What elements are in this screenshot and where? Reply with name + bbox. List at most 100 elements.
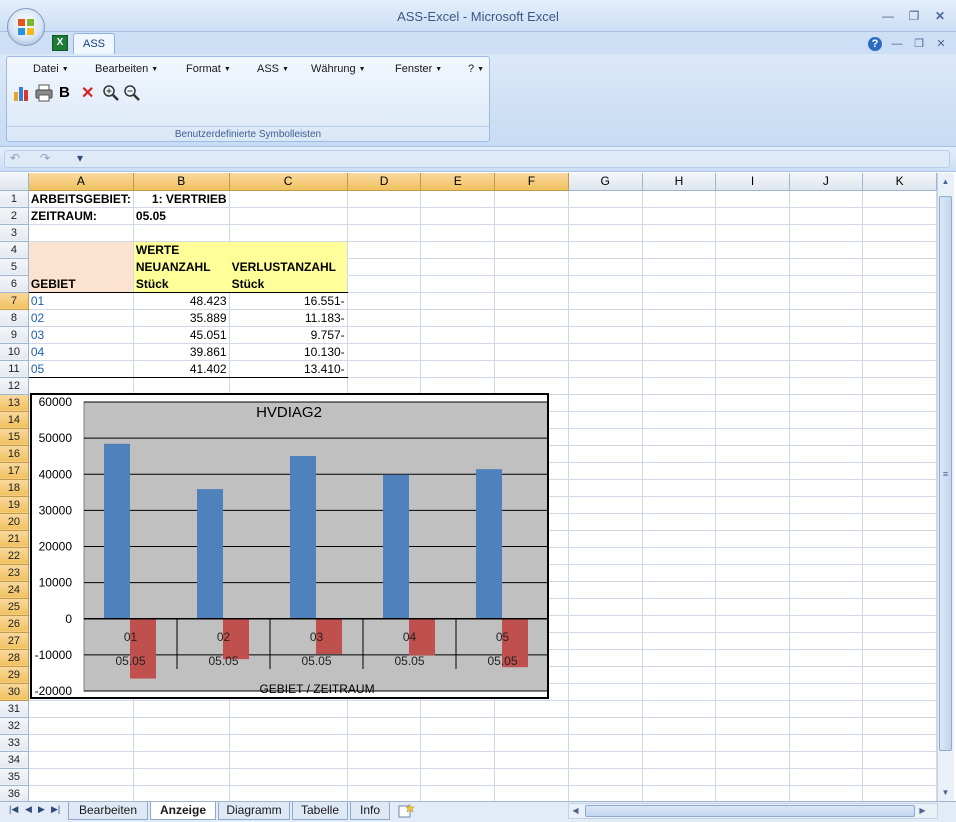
cell[interactable] <box>347 309 422 327</box>
office-button[interactable] <box>7 8 45 46</box>
cell-a5[interactable] <box>28 258 134 276</box>
cell-a4[interactable] <box>28 241 134 259</box>
cell-c4[interactable] <box>229 241 348 259</box>
cell[interactable] <box>568 445 643 463</box>
cell[interactable] <box>347 258 422 276</box>
cell-b4[interactable]: WERTE <box>132 241 230 259</box>
cell[interactable] <box>229 734 348 752</box>
cell[interactable] <box>789 547 864 565</box>
cell[interactable] <box>789 411 864 429</box>
cell[interactable] <box>494 241 569 259</box>
cell[interactable] <box>420 717 496 735</box>
row-header[interactable]: 35 <box>0 768 29 786</box>
cell[interactable] <box>862 360 937 378</box>
cell[interactable] <box>568 428 643 446</box>
cell[interactable] <box>715 258 790 276</box>
row-header[interactable]: 33 <box>0 734 29 752</box>
close-icon[interactable]: ✕ <box>932 9 948 23</box>
cell[interactable] <box>789 309 864 327</box>
cell[interactable] <box>494 224 569 242</box>
row-header[interactable]: 17 <box>0 462 29 480</box>
sheet-tab-info[interactable]: Info <box>350 802 390 820</box>
cell[interactable] <box>642 462 717 480</box>
cell-verlustanzahl[interactable]: 10.130- <box>229 343 348 361</box>
row-header[interactable]: 14 <box>0 411 29 429</box>
cell[interactable] <box>789 564 864 582</box>
cell[interactable] <box>568 785 643 801</box>
cell[interactable] <box>28 224 134 242</box>
cell[interactable] <box>494 292 569 310</box>
cell[interactable] <box>420 326 496 344</box>
cell[interactable] <box>420 768 496 786</box>
column-header[interactable]: E <box>420 173 496 191</box>
cell[interactable] <box>862 326 937 344</box>
zoom-out-icon[interactable] <box>123 84 141 102</box>
cell-a1[interactable]: ARBEITSGEBIET: <box>28 190 134 208</box>
cell[interactable] <box>789 530 864 548</box>
cell[interactable] <box>568 343 643 361</box>
cell[interactable] <box>715 445 790 463</box>
redo-icon[interactable]: ↷ <box>40 151 50 165</box>
cell[interactable] <box>715 343 790 361</box>
cell[interactable] <box>494 190 569 208</box>
cell[interactable] <box>347 751 422 769</box>
cell[interactable] <box>862 768 937 786</box>
cell[interactable] <box>642 207 717 225</box>
cell[interactable] <box>568 258 643 276</box>
cell[interactable] <box>642 394 717 412</box>
cell[interactable] <box>789 734 864 752</box>
row-header[interactable]: 5 <box>0 258 29 276</box>
cell[interactable] <box>420 377 496 395</box>
cell[interactable] <box>642 751 717 769</box>
cell[interactable] <box>789 479 864 497</box>
cell[interactable] <box>420 258 496 276</box>
cell[interactable] <box>715 717 790 735</box>
cell[interactable] <box>642 428 717 446</box>
cell[interactable] <box>862 496 937 514</box>
workbook-minimize-icon[interactable]: — <box>890 37 904 51</box>
cell[interactable] <box>642 411 717 429</box>
cell[interactable] <box>568 700 643 718</box>
chart-hvdiag2[interactable]: 60000 50000 40000 30000 20000 10000 0 -10000 -20… <box>30 393 549 699</box>
cell[interactable] <box>642 666 717 684</box>
cell[interactable] <box>862 241 937 259</box>
cell[interactable] <box>133 717 230 735</box>
row-header[interactable]: 4 <box>0 241 29 259</box>
cell[interactable] <box>642 768 717 786</box>
cell[interactable] <box>715 394 790 412</box>
cell[interactable] <box>568 581 643 599</box>
cell[interactable] <box>715 190 790 208</box>
cell[interactable] <box>347 700 422 718</box>
cell-b6[interactable]: Stück <box>132 275 230 293</box>
row-header[interactable]: 26 <box>0 615 29 633</box>
cell[interactable] <box>642 717 717 735</box>
cell[interactable] <box>133 700 230 718</box>
scroll-left-icon[interactable]: ◀ <box>569 804 582 817</box>
cell[interactable] <box>715 547 790 565</box>
cell[interactable] <box>715 241 790 259</box>
help-icon[interactable]: ? <box>868 37 882 51</box>
cell[interactable] <box>229 717 348 735</box>
cell[interactable] <box>715 411 790 429</box>
row-header[interactable]: 32 <box>0 717 29 735</box>
cell[interactable] <box>862 377 937 395</box>
cell[interactable] <box>789 768 864 786</box>
cell[interactable] <box>568 275 643 293</box>
cell[interactable] <box>715 751 790 769</box>
cell[interactable] <box>715 275 790 293</box>
select-all-corner[interactable] <box>0 173 29 191</box>
row-header[interactable]: 3 <box>0 224 29 242</box>
cell[interactable] <box>642 700 717 718</box>
cell[interactable] <box>862 581 937 599</box>
sheet-tab-anzeige[interactable]: Anzeige <box>150 802 216 820</box>
cell[interactable] <box>347 190 422 208</box>
cell[interactable] <box>568 683 643 701</box>
cell[interactable] <box>862 666 937 684</box>
row-header[interactable]: 27 <box>0 632 29 650</box>
row-header[interactable]: 23 <box>0 564 29 582</box>
cell[interactable] <box>568 190 643 208</box>
menu-help[interactable]: ? ▼ <box>468 63 484 75</box>
cell[interactable] <box>862 445 937 463</box>
cell[interactable] <box>347 207 422 225</box>
row-header[interactable]: 13 <box>0 394 29 412</box>
